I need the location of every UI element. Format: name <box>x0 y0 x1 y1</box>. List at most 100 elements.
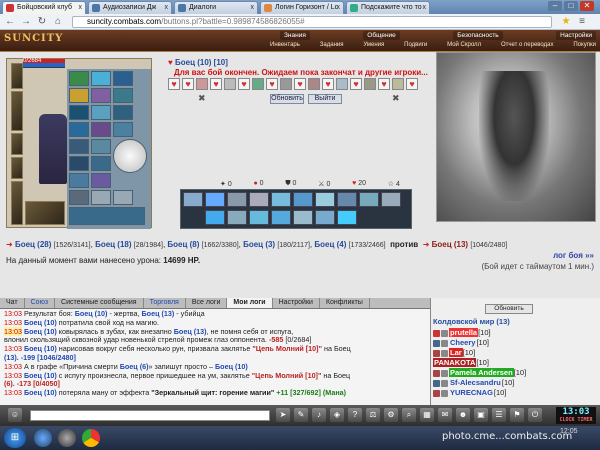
start-button[interactable]: ⊞ <box>4 428 26 448</box>
effect-icon[interactable] <box>271 192 291 207</box>
attack-slot[interactable]: ♥ <box>350 78 362 90</box>
equip-slot-weapon[interactable] <box>11 91 23 131</box>
inventory-item[interactable] <box>113 122 133 137</box>
inventory-item[interactable] <box>91 88 111 103</box>
team1-fighter[interactable]: Боец (28) <box>15 240 51 249</box>
effect-icon[interactable] <box>205 192 225 207</box>
attack-slot[interactable] <box>364 78 376 90</box>
user-name[interactable]: Lar <box>449 348 463 357</box>
effect-icon[interactable] <box>205 210 225 225</box>
filter-icon[interactable]: ◈ <box>330 408 344 422</box>
trade-icon[interactable]: ⚖ <box>366 408 380 422</box>
effect-icon[interactable] <box>315 210 335 225</box>
effect-icon[interactable] <box>293 192 313 207</box>
effect-icon[interactable] <box>293 210 313 225</box>
bag-icon[interactable]: ▣ <box>474 408 488 422</box>
effect-icon[interactable] <box>249 192 269 207</box>
attack-slot[interactable]: ♥ <box>294 78 306 90</box>
user-entry[interactable]: Lar[10] <box>433 348 475 357</box>
menu-item-security[interactable]: Безопасность <box>453 31 503 40</box>
attack-slot[interactable] <box>196 78 208 90</box>
send-icon[interactable]: ➤ <box>276 408 290 422</box>
inventory-item[interactable] <box>113 105 133 120</box>
browser-tab-5[interactable]: Подскажите что то x <box>346 1 430 14</box>
menu-item-knowledge[interactable]: Знания <box>280 31 310 40</box>
shield-icon[interactable] <box>113 139 147 173</box>
refresh-users-button[interactable]: Обновить <box>485 304 533 314</box>
browser-tab-2[interactable]: Аудиозаписи Дж x <box>88 1 172 14</box>
effect-icon[interactable] <box>183 192 203 207</box>
equip-slot-staff[interactable] <box>11 181 23 225</box>
submenu-transfers[interactable]: Отчет о переводах <box>501 42 554 48</box>
close-button[interactable]: ✕ <box>580 1 594 11</box>
effect-icon[interactable] <box>315 192 335 207</box>
equip-slot-boots[interactable] <box>25 201 65 225</box>
effect-icon[interactable] <box>381 192 401 207</box>
user-name[interactable]: Cheery <box>449 338 476 347</box>
tab-settings[interactable]: Настройки <box>273 298 320 308</box>
forward-arrow-icon[interactable]: → <box>20 16 32 28</box>
team1-fighter[interactable]: Боец (8) <box>167 240 199 249</box>
attack-slot[interactable]: ♥ <box>210 78 222 90</box>
flag-icon[interactable]: ⚑ <box>510 408 524 422</box>
chat-input[interactable] <box>30 410 270 421</box>
submenu-quests[interactable]: Задания <box>320 42 344 48</box>
attack-slot[interactable] <box>224 78 236 90</box>
tab-close-icon[interactable]: x <box>337 2 341 14</box>
user-name[interactable]: PANAKOTA <box>433 358 477 367</box>
effect-icon[interactable] <box>227 210 247 225</box>
team1-fighter[interactable]: Боец (18) <box>95 240 131 249</box>
user-entry[interactable]: Sf-Alecsandru[10] <box>433 378 514 387</box>
menu-item-communication[interactable]: Общение <box>363 31 400 40</box>
submenu-purchases[interactable]: Покупки <box>573 42 596 48</box>
tab-my-logs[interactable]: Мои логи <box>227 298 273 308</box>
home-icon[interactable]: ⌂ <box>52 16 64 28</box>
attack-slot[interactable] <box>308 78 320 90</box>
inventory-item[interactable] <box>113 88 133 103</box>
tab-system[interactable]: Системные сообщения <box>55 298 144 308</box>
inventory-item[interactable] <box>69 190 89 205</box>
attack-slot[interactable]: ♥ <box>322 78 334 90</box>
inventory-item[interactable] <box>69 156 89 171</box>
submenu-inventory[interactable]: Инвентарь <box>270 42 300 48</box>
battle-log-link[interactable]: лог боя »» <box>553 251 594 260</box>
inventory-item[interactable] <box>91 139 111 154</box>
help-icon[interactable]: ? <box>348 408 362 422</box>
exit-button[interactable]: Выйти <box>308 94 342 104</box>
inventory-item[interactable] <box>91 156 111 171</box>
inventory-item[interactable] <box>69 173 89 188</box>
inventory-item[interactable] <box>69 105 89 120</box>
browser-tab-1[interactable]: Бойцовский клуб x <box>2 1 86 14</box>
refresh-button[interactable]: Обновить <box>270 94 304 104</box>
steam-icon[interactable] <box>58 429 76 447</box>
settings-icon[interactable]: ⚙ <box>384 408 398 422</box>
effect-icon[interactable] <box>227 192 247 207</box>
tab-close-icon[interactable]: x <box>423 2 427 14</box>
user-entry[interactable]: PANAKOTA[10] <box>433 358 489 367</box>
attack-slot[interactable]: ♥ <box>168 78 180 90</box>
team1-fighter[interactable]: Боец (3) <box>243 240 275 249</box>
attack-slot[interactable] <box>280 78 292 90</box>
attack-slot[interactable]: ♥ <box>266 78 278 90</box>
user-name[interactable]: Pamela Andersen <box>449 368 514 377</box>
enemy-name[interactable]: ♥ Боец (10) [10] <box>168 58 228 67</box>
zoom-icon[interactable]: ⌕ <box>402 408 416 422</box>
tab-chat[interactable]: Чат <box>0 298 25 308</box>
attack-slot[interactable] <box>252 78 264 90</box>
attack-slot[interactable]: ♥ <box>406 78 418 90</box>
effect-icon[interactable] <box>337 192 357 207</box>
clear-icon[interactable]: ✎ <box>294 408 308 422</box>
tab-close-icon[interactable]: x <box>79 2 83 14</box>
equip-slot-belt[interactable] <box>11 157 23 179</box>
user-entry[interactable]: Pamela Andersen[10] <box>433 368 526 377</box>
maximize-button[interactable]: □ <box>564 1 578 11</box>
user-name[interactable]: Sf-Alecsandru <box>449 378 502 387</box>
effect-icon[interactable] <box>249 210 269 225</box>
tab-conflicts[interactable]: Конфликты <box>320 298 370 308</box>
browser-tab-4[interactable]: Логин Горизонт / Lc x <box>260 1 344 14</box>
reload-icon[interactable]: ↻ <box>36 16 48 28</box>
user-entry[interactable]: Cheery[10] <box>433 338 489 347</box>
chat-log[interactable]: 13:03 Результат боя: Боец (10) - жертва,… <box>0 309 430 405</box>
inventory-item[interactable] <box>91 190 111 205</box>
equip-slot-armor[interactable] <box>11 133 23 155</box>
